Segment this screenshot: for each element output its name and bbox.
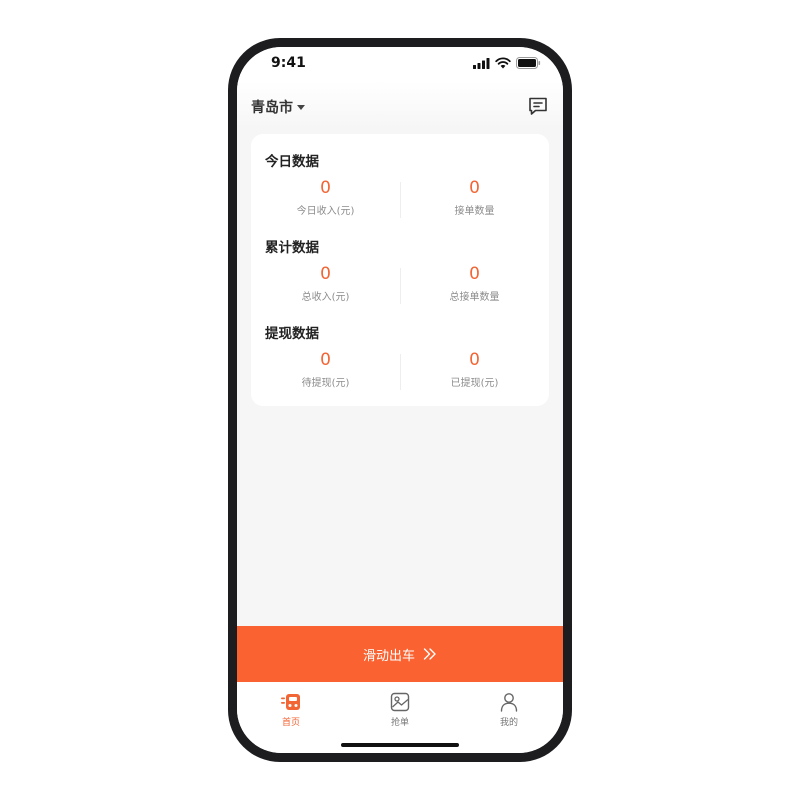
battery-icon [516, 57, 541, 69]
stat-label: 待提现(元) [301, 378, 350, 389]
car-icon [281, 694, 300, 710]
stat-value: 0 [469, 264, 480, 284]
bottom-tab-bar: 首页 抢单 我的 [237, 682, 563, 753]
slide-to-depart-button[interactable]: 滑动出车 [237, 626, 563, 682]
tab-label: 我的 [499, 718, 518, 728]
home-indicator[interactable] [341, 743, 459, 747]
stat-value: 0 [320, 350, 331, 370]
total-orders-stat: 0 总接单数量 [400, 264, 549, 303]
depart-label: 滑动出车 [362, 648, 415, 664]
tab-label: 首页 [281, 718, 300, 728]
today-income-stat: 0 今日收入(元) [251, 178, 400, 217]
stat-value: 0 [320, 178, 331, 198]
signal-icon [473, 57, 490, 69]
stat-value: 0 [469, 350, 480, 370]
tab-label: 抢单 [390, 718, 409, 728]
tab-grab-order[interactable]: 抢单 [346, 692, 454, 728]
grab-order-icon [390, 692, 410, 712]
stats-card: 今日数据 0 今日收入(元) 0 接单数量 累计数据 0 总收入(元) 0 总接… [251, 134, 549, 406]
withdrawn-stat: 0 已提现(元) [400, 350, 549, 389]
total-data-section: 累计数据 0 总收入(元) 0 总接单数量 [251, 220, 549, 306]
section-title: 今日数据 [265, 154, 319, 170]
stat-label: 总接单数量 [449, 292, 500, 303]
city-selector[interactable]: 青岛市 [251, 97, 305, 117]
today-orders-stat: 0 接单数量 [400, 178, 549, 217]
section-title: 提现数据 [265, 326, 319, 342]
withdraw-data-section: 提现数据 0 待提现(元) 0 已提现(元) [251, 306, 549, 392]
status-icons [473, 57, 541, 69]
status-time: 9:41 [271, 55, 306, 71]
total-income-stat: 0 总收入(元) [251, 264, 400, 303]
tab-home[interactable]: 首页 [237, 692, 345, 728]
app-screen: 9:41 青岛市 今日数据 0 今日收入(元) 0 接单数量 累计数据 0 总收… [237, 47, 563, 753]
phone-frame: 9:41 青岛市 今日数据 0 今日收入(元) 0 接单数量 累计数据 0 总收… [228, 38, 572, 762]
double-chevron-right-icon [423, 648, 436, 660]
tab-profile[interactable]: 我的 [455, 692, 563, 728]
stat-label: 接单数量 [454, 206, 495, 217]
caret-down-icon [297, 104, 305, 110]
wifi-icon [495, 57, 511, 69]
today-data-section: 今日数据 0 今日收入(元) 0 接单数量 [251, 134, 549, 220]
section-title: 累计数据 [265, 240, 319, 256]
pending-withdraw-stat: 0 待提现(元) [251, 350, 400, 389]
stat-label: 已提现(元) [450, 378, 499, 389]
city-label: 青岛市 [251, 100, 293, 116]
stat-label: 总收入(元) [301, 292, 350, 303]
app-header: 青岛市 [237, 81, 563, 129]
stat-value: 0 [469, 178, 480, 198]
message-icon[interactable] [527, 95, 549, 117]
stat-label: 今日收入(元) [296, 206, 355, 217]
stat-value: 0 [320, 264, 331, 284]
user-icon [500, 693, 518, 712]
status-bar: 9:41 [237, 47, 563, 81]
